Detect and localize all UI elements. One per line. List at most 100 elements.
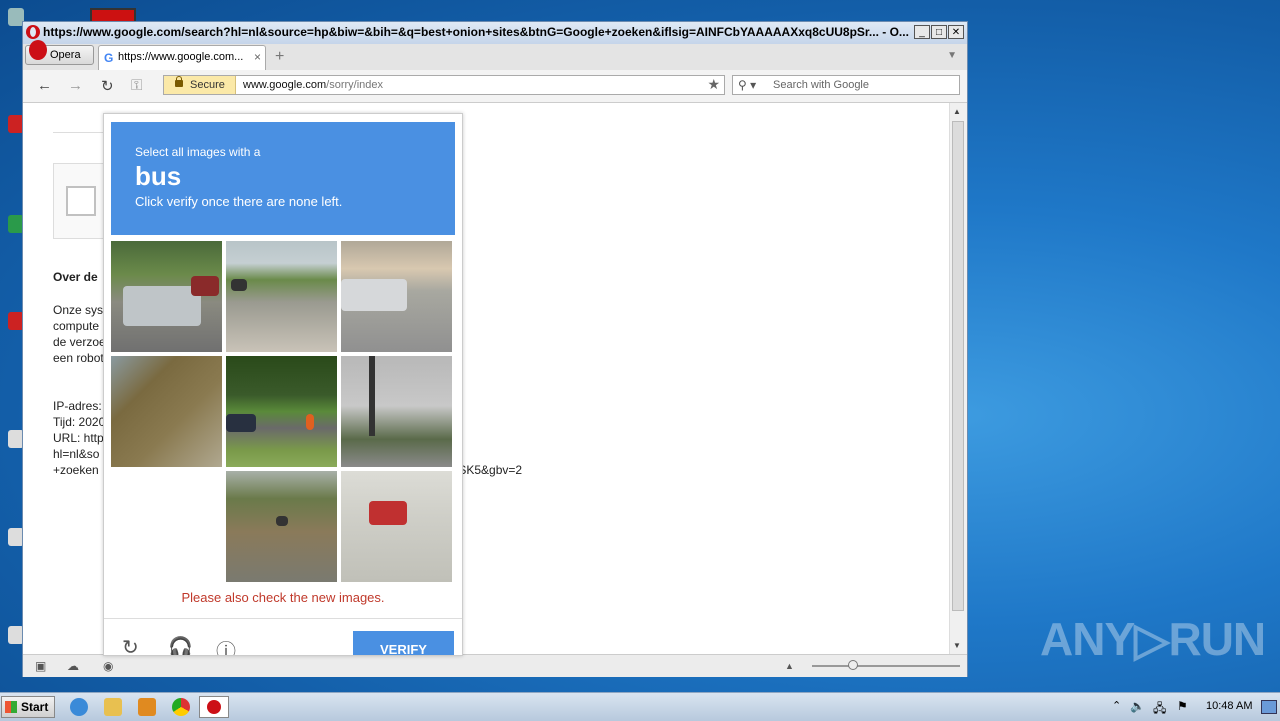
scroll-down-icon[interactable]: ▼ xyxy=(953,641,961,650)
tab-label: https://www.google.com... xyxy=(118,51,244,63)
image-tile-1[interactable] xyxy=(111,241,222,352)
pole-shape xyxy=(369,356,375,436)
title-bar: https://www.google.com/search?hl=nl&sour… xyxy=(23,22,967,44)
verify-button[interactable]: VERIFY xyxy=(353,631,454,655)
audio-challenge-icon[interactable]: 🎧 xyxy=(168,635,193,655)
car-shape xyxy=(276,516,288,526)
scroll-thumb[interactable] xyxy=(952,121,964,611)
page-url-line3: +zoeken xyxy=(53,463,99,477)
image-tile-2[interactable] xyxy=(226,241,337,352)
info-icon[interactable]: ⓘ xyxy=(216,635,236,655)
url-text[interactable]: www.google.com/sorry/index xyxy=(243,79,383,91)
search-icon[interactable]: ⚲ ▾ xyxy=(738,78,756,92)
taskbar: Start ⌃ 🔈 🖧 ⚑ xyxy=(0,692,1280,721)
forward-button[interactable]: → xyxy=(68,77,83,94)
key-icon[interactable]: ⚿ xyxy=(131,77,142,94)
tab-bar: Opera G https://www.google.com... × + ▼ xyxy=(23,40,967,70)
network-icon[interactable]: 🖧 xyxy=(1153,699,1166,720)
explorer-icon[interactable] xyxy=(104,698,122,716)
new-tab-button[interactable]: + xyxy=(275,48,284,66)
search-field[interactable]: ⚲ ▾ Search with Google xyxy=(732,75,960,95)
taskbar-clock[interactable]: 10:48 AM xyxy=(1206,700,1252,712)
panel-toggle-icon[interactable]: ▣ xyxy=(35,659,46,673)
page-url-tail: /SK5&gbv=2 xyxy=(455,463,523,477)
windows-flag-icon xyxy=(5,701,17,713)
ie-icon[interactable] xyxy=(70,698,88,716)
page-url: URL: http xyxy=(53,431,104,445)
cloud-icon[interactable]: ☁ xyxy=(67,659,79,673)
reload-button[interactable]: ↻ xyxy=(101,77,114,95)
image-tile-3[interactable] xyxy=(341,241,452,352)
url-path: /sorry/index xyxy=(326,79,384,91)
action-center-flag-icon[interactable]: ⚑ xyxy=(1177,699,1188,713)
image-tile-7[interactable] xyxy=(226,471,337,582)
opera-menu-label: Opera xyxy=(50,49,81,61)
anyrun-watermark: ANY▷RUN xyxy=(1040,613,1266,665)
back-button[interactable]: ← xyxy=(37,77,52,94)
instruction-line1: Select all images with a xyxy=(135,145,261,159)
volume-icon[interactable]: 🔈 xyxy=(1130,699,1145,713)
recaptcha-checkbox[interactable] xyxy=(66,186,96,216)
secure-label: Secure xyxy=(190,79,225,91)
car-shape xyxy=(226,414,256,432)
tab-close-icon[interactable]: × xyxy=(254,50,261,64)
opera-logo-icon xyxy=(26,25,40,39)
instruction-line3: Click verify once there are none left. xyxy=(135,194,343,209)
page-para-line2: compute xyxy=(53,319,100,333)
page-time: Tijd: 2020 xyxy=(53,415,106,429)
new-images-message: Please also check the new images. xyxy=(181,590,385,605)
recaptcha-challenge: Select all images with a bus Click verif… xyxy=(103,113,463,656)
chrome-icon[interactable] xyxy=(172,698,190,716)
close-button[interactable]: ✕ xyxy=(948,25,964,39)
page-url-line2: hl=nl&so xyxy=(53,447,100,461)
status-bar: ▣ ☁ ◉ ▲ xyxy=(23,654,967,677)
system-tray: ⌃ 🔈 🖧 ⚑ xyxy=(1105,693,1280,721)
start-button[interactable]: Start xyxy=(1,696,55,718)
challenge-footer: ↻ 🎧 ⓘ VERIFY xyxy=(104,618,462,655)
search-placeholder: Search with Google xyxy=(773,79,869,91)
image-tile-5[interactable] xyxy=(226,356,337,467)
media-player-icon[interactable] xyxy=(138,698,156,716)
window-title: https://www.google.com/search?hl=nl&sour… xyxy=(43,25,909,39)
scroll-up-icon[interactable]: ▲ xyxy=(953,107,961,116)
car-shape xyxy=(231,279,247,291)
cone-shape xyxy=(306,414,314,430)
reload-challenge-icon[interactable]: ↻ xyxy=(122,635,139,655)
tab-google[interactable]: G https://www.google.com... × xyxy=(98,45,266,70)
minimize-button[interactable]: _ xyxy=(914,25,930,39)
page-para-line4: een robot xyxy=(53,351,104,365)
bookmark-star-icon[interactable]: ★ xyxy=(707,76,720,93)
target-word: bus xyxy=(135,161,182,191)
opera-menu-icon xyxy=(29,40,47,60)
page-ip: IP-adres: xyxy=(53,399,102,413)
navigation-toolbar: ← → ↻ ⚿ Secure www.google.com/sorry/inde… xyxy=(23,70,967,103)
tray-expand-icon[interactable]: ⌃ xyxy=(1112,699,1121,712)
opera-taskbar-button[interactable] xyxy=(199,696,229,718)
start-label: Start xyxy=(21,700,49,714)
image-tile-6[interactable] xyxy=(341,356,452,467)
page-para-line1: Onze sys xyxy=(53,303,104,317)
zoom-slider[interactable] xyxy=(812,665,960,667)
show-desktop-icon[interactable] xyxy=(1261,700,1277,714)
page-para-line3: de verzoe xyxy=(53,335,106,349)
car-shape xyxy=(123,286,201,326)
url-domain: www.google.com xyxy=(243,79,327,91)
address-bar[interactable]: Secure www.google.com/sorry/index ★ xyxy=(163,75,725,95)
zoom-slider-knob[interactable] xyxy=(848,660,858,670)
car-shape xyxy=(191,276,219,296)
opera-menu-button[interactable]: Opera xyxy=(25,40,94,65)
zoom-arrow-icon[interactable]: ▲ xyxy=(785,661,794,671)
lock-icon xyxy=(175,76,183,87)
bus-shape xyxy=(369,501,407,525)
car-shape xyxy=(341,279,407,311)
image-tile-8[interactable] xyxy=(341,471,452,582)
speed-dial-icon[interactable]: ◉ xyxy=(103,659,113,673)
vertical-scrollbar[interactable]: ▲ ▼ xyxy=(949,103,967,654)
image-tile-4[interactable] xyxy=(111,356,222,467)
challenge-header: Select all images with a bus Click verif… xyxy=(111,122,455,235)
maximize-button[interactable]: □ xyxy=(931,25,947,39)
opera-taskbar-icon xyxy=(207,700,221,714)
tab-list-icon[interactable]: ▼ xyxy=(947,50,957,61)
google-favicon-icon: G xyxy=(104,51,114,65)
secure-badge[interactable]: Secure xyxy=(164,76,236,94)
